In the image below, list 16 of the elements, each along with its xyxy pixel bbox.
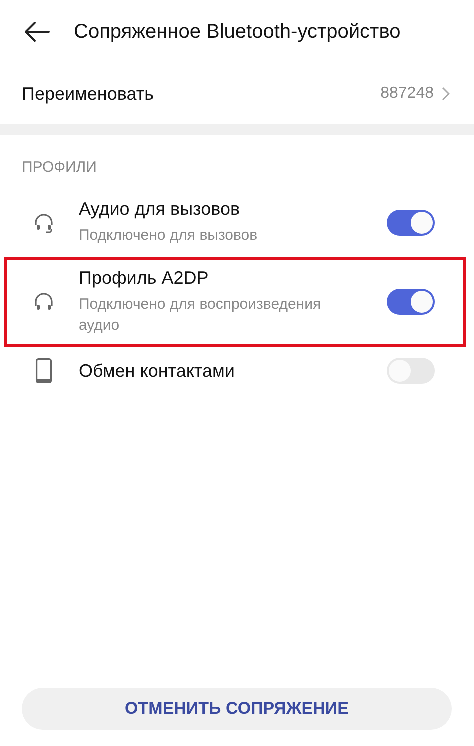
profile-status: Подключено для воспроизведения аудио xyxy=(79,295,322,336)
unpair-button[interactable]: ОТМЕНИТЬ СОПРЯЖЕНИЕ xyxy=(22,688,452,730)
toggle-switch[interactable] xyxy=(387,210,435,236)
chevron-right-icon xyxy=(442,87,450,101)
profile-title: Аудио для вызовов xyxy=(79,199,242,220)
rename-label: Переименовать xyxy=(22,84,154,104)
device-code: 887248 xyxy=(380,85,434,103)
toggle-switch[interactable] xyxy=(387,289,435,315)
section-heading: ПРОФИЛИ xyxy=(21,158,98,178)
profile-status: Подключено для вызовов xyxy=(79,226,259,246)
profile-title: Обмен контактами xyxy=(79,360,236,382)
back-arrow-icon[interactable] xyxy=(24,21,50,43)
profile-title: Профиль A2DP xyxy=(79,268,210,289)
rename-row[interactable]: Переименовать 887248 xyxy=(0,64,474,124)
phone-icon xyxy=(35,358,53,384)
screen-title: Сопряженное Bluetooth-устройство xyxy=(74,20,401,44)
